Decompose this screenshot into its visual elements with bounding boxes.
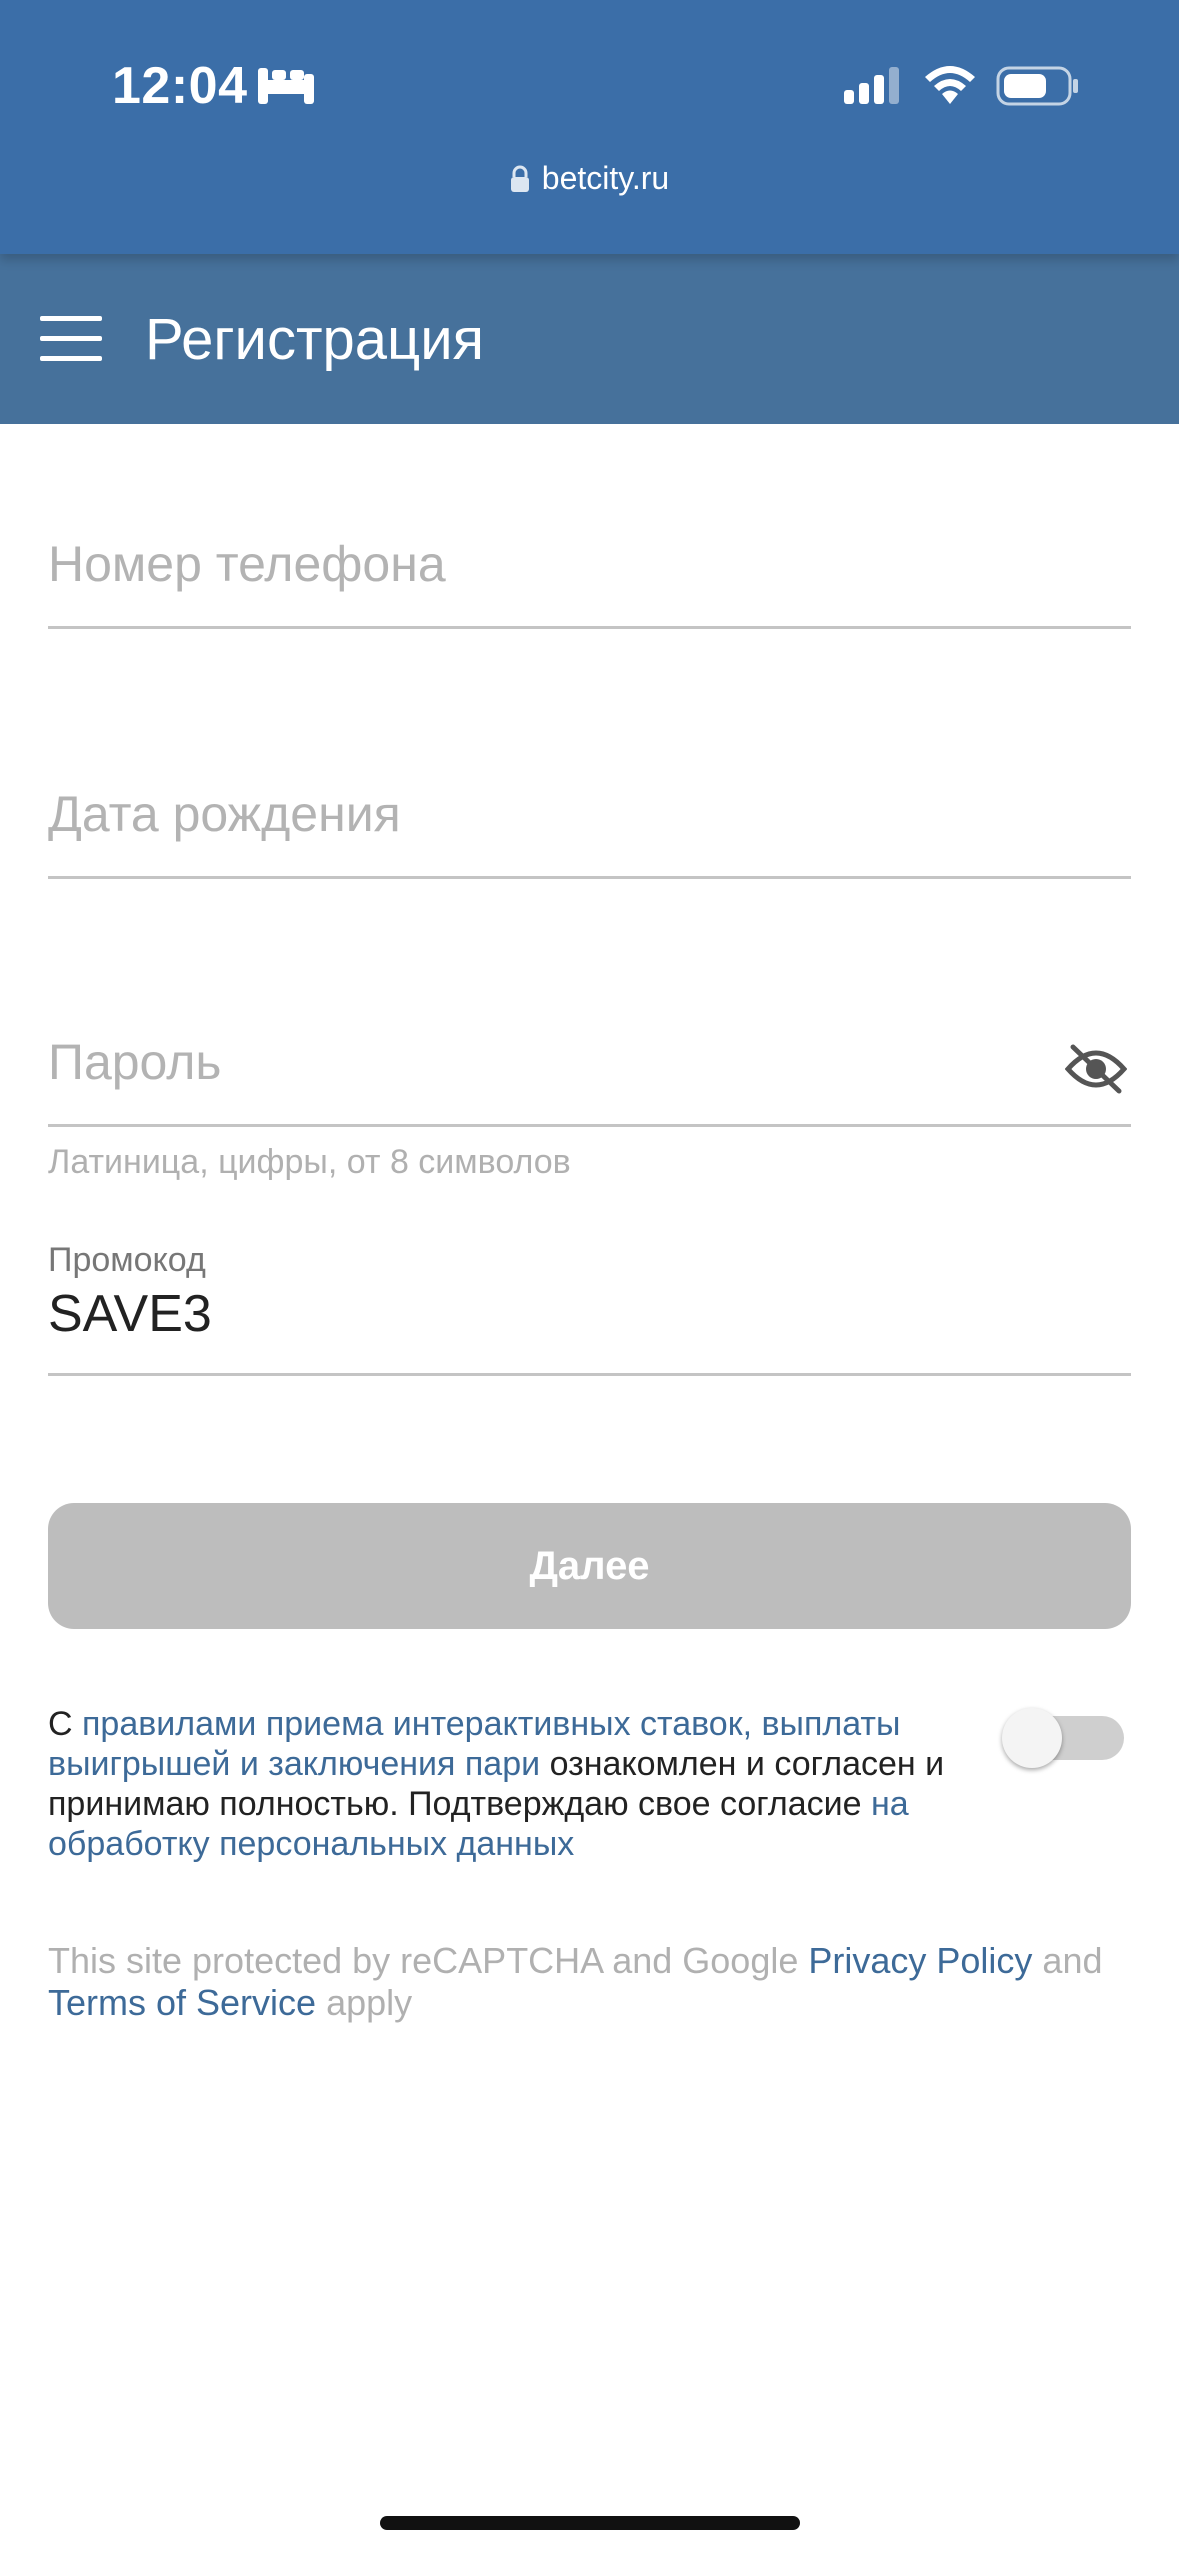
menu-icon[interactable] (40, 316, 102, 364)
phone-input[interactable] (48, 535, 1131, 593)
consent-prefix: С (48, 1705, 82, 1743)
recaptcha-suffix: apply (316, 1982, 413, 2023)
promo-field-container (48, 1284, 1131, 1376)
url-text: betcity.ru (541, 160, 670, 196)
sleep-icon (258, 68, 314, 104)
birthdate-input[interactable] (48, 785, 1131, 843)
wifi-icon (925, 66, 975, 104)
terms-of-service-link[interactable]: Terms of Service (48, 1982, 316, 2023)
promo-input[interactable] (48, 1284, 1131, 1344)
promo-label: Промокод (48, 1241, 206, 1279)
consent-text: С правилами приема интерактивных ставок,… (48, 1704, 988, 1864)
privacy-policy-link[interactable]: Privacy Policy (808, 1940, 1032, 1981)
next-button[interactable]: Далее (48, 1503, 1131, 1629)
url-bar[interactable]: betcity.ru (0, 160, 1179, 197)
password-field-container (48, 1033, 1131, 1127)
eye-off-icon[interactable] (1065, 1043, 1127, 1095)
status-time: 12:04 (112, 57, 248, 115)
app-header: Регистрация (0, 254, 1179, 424)
home-indicator[interactable] (380, 2516, 800, 2530)
lock-icon (510, 165, 529, 192)
birthdate-field-container (48, 785, 1131, 879)
recaptcha-notice: This site protected by reCAPTCHA and Goo… (48, 1940, 1138, 2024)
phone-field-container (48, 535, 1131, 629)
consent-toggle[interactable] (1002, 1708, 1124, 1768)
page-title: Регистрация (145, 307, 485, 372)
recaptcha-prefix: This site protected by reCAPTCHA and Goo… (48, 1940, 809, 1981)
battery-icon (996, 66, 1078, 106)
password-input[interactable] (48, 1033, 1008, 1091)
toggle-knob (1002, 1708, 1062, 1768)
signal-icon (844, 67, 899, 104)
password-hint: Латиница, цифры, от 8 символов (48, 1143, 571, 1181)
status-bar: 12:04 betcity.ru (0, 0, 1179, 254)
recaptcha-middle: and (1032, 1940, 1103, 1981)
